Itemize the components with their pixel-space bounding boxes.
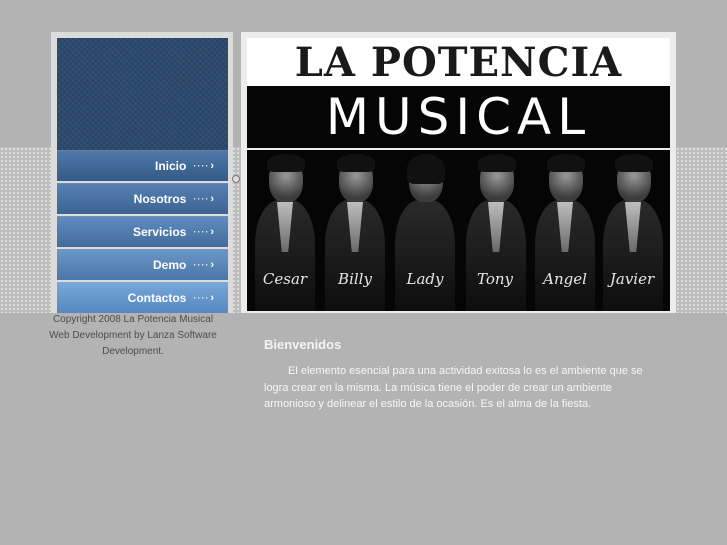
dots-icon: ···· — [193, 194, 210, 204]
dots-icon: ···· — [193, 227, 210, 237]
nav-item-label: Servicios — [132, 225, 187, 239]
credits-text-cont: Development. — [102, 346, 164, 357]
copyright-text: Copyright 2008 La Potencia Musical — [52, 314, 214, 325]
nav-item-label: Contactos — [127, 291, 187, 305]
footer-credits: Copyright 2008 La Potencia Musical Web D… — [44, 312, 222, 360]
member-name: Tony — [476, 270, 513, 288]
member-name: Angel — [543, 270, 587, 288]
bullet-icon — [232, 175, 240, 183]
nav-item-contactos[interactable]: Contactos ···· › — [57, 282, 228, 313]
chevron-right-icon: › — [210, 292, 214, 304]
nav-item-label: Inicio — [154, 159, 187, 173]
page-heading: Bienvenidos — [264, 337, 342, 352]
dots-icon: ···· — [193, 161, 210, 171]
member-name: Javier — [609, 270, 655, 288]
logo-subtitle: MUSICAL — [247, 86, 670, 148]
intro-paragraph: El elemento esencial para una actividad … — [264, 365, 643, 410]
logo-title: LA POTENCIA — [247, 38, 670, 86]
nav-item-demo[interactable]: Demo ···· › — [57, 249, 228, 280]
main-content: Bienvenidos El elemento esencial para un… — [264, 337, 656, 413]
nav-item-label: Demo — [152, 258, 187, 272]
band-photo: Cesar Billy Lady Tony Angel Javier — [247, 150, 670, 311]
main-nav: Inicio ···· › Nosotros ···· › Servicios … — [57, 150, 228, 315]
left-header-panel — [57, 38, 228, 150]
nav-item-nosotros[interactable]: Nosotros ···· › — [57, 183, 228, 214]
dots-icon: ···· — [193, 293, 210, 303]
chevron-right-icon: › — [210, 259, 214, 271]
chevron-right-icon: › — [210, 160, 214, 172]
dots-icon: ···· — [193, 260, 210, 270]
nav-item-inicio[interactable]: Inicio ···· › — [57, 150, 228, 181]
nav-item-servicios[interactable]: Servicios ···· › — [57, 216, 228, 247]
member-name: Lady — [406, 270, 444, 288]
member-name: Cesar — [262, 270, 308, 288]
credits-text: Web Development by Lanza Software — [49, 330, 217, 341]
nav-item-label: Nosotros — [133, 192, 187, 206]
chevron-right-icon: › — [210, 193, 214, 205]
member-name: Billy — [338, 270, 372, 288]
chevron-right-icon: › — [210, 226, 214, 238]
